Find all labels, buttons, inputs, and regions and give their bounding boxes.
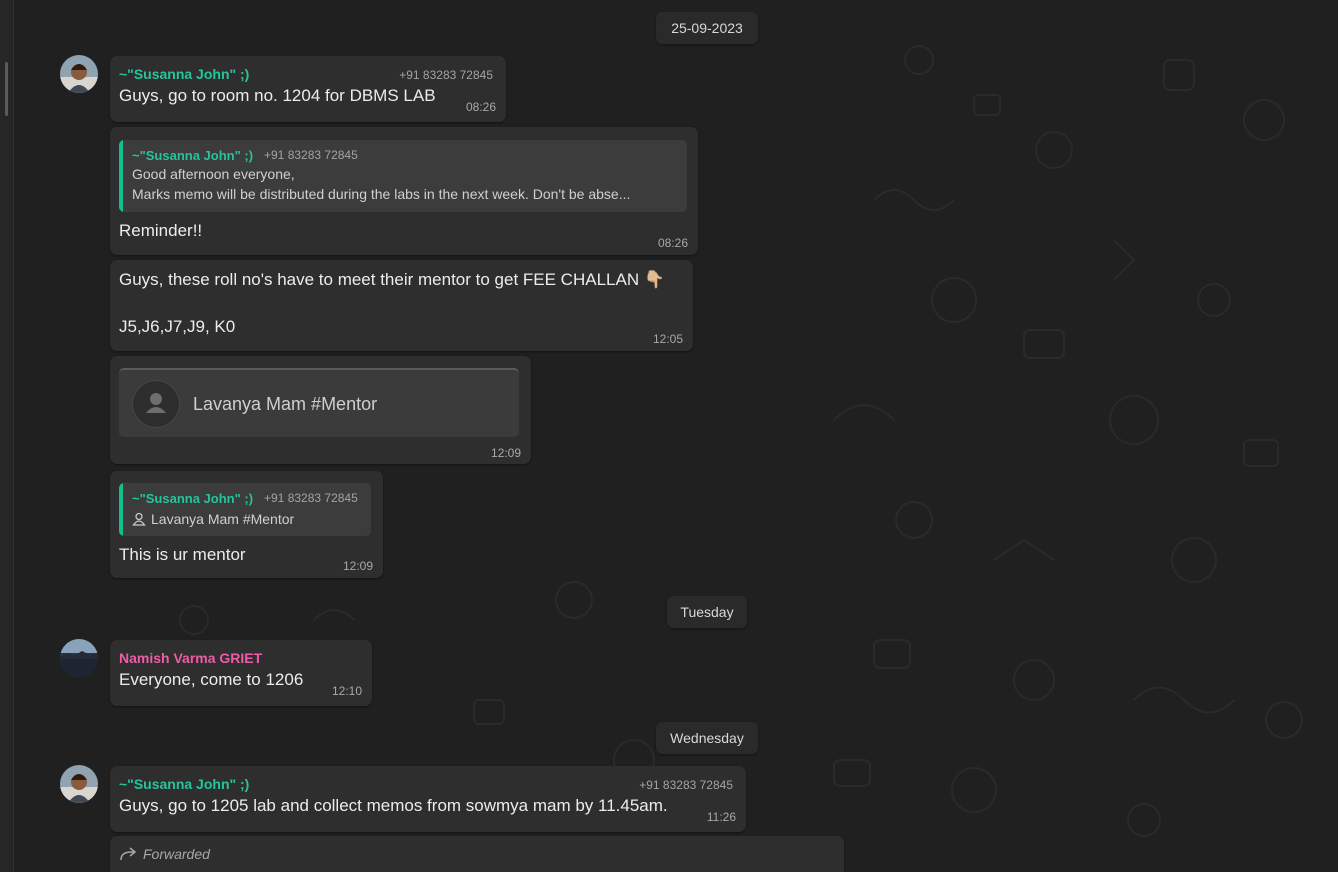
message-text: Everyone, come to 1206 [119, 670, 304, 689]
contact-card[interactable]: Lavanya Mam #Mentor [119, 368, 519, 437]
quote-sender-name: ~"Susanna John" ;) [132, 491, 254, 506]
avatar-photo [60, 55, 98, 93]
avatar[interactable] [60, 639, 98, 677]
quoted-message[interactable]: ~"Susanna John" ;) +91 83283 72845 Good … [119, 140, 687, 212]
date-separator: 25-09-2023 [656, 12, 758, 44]
quote-sender-phone: +91 83283 72845 [264, 148, 358, 162]
message-text-line: J5,J6,J7,J9, K0 [119, 317, 236, 336]
date-separator-label: Tuesday [680, 604, 734, 620]
quote-contact-name: Lavanya Mam #Mentor [151, 511, 295, 527]
message-bubble[interactable]: Namish Varma GRIET Everyone, come to 120… [110, 640, 372, 706]
message-bubble[interactable]: Guys, these roll no's have to meet their… [110, 260, 693, 351]
sender-phone: +91 83283 72845 [639, 778, 733, 792]
scrollbar-thumb[interactable] [5, 62, 8, 116]
message-text: Guys, go to 1205 lab and collect memos f… [119, 796, 668, 815]
quote-sender-name: ~"Susanna John" ;) [132, 148, 254, 163]
message-text: Guys, go to room no. 1204 for DBMS LAB [119, 86, 436, 105]
message-bubble[interactable]: ~"Susanna John" ;) +91 83283 72845 Guys,… [110, 766, 746, 832]
sender-name[interactable]: ~"Susanna John" ;) [119, 776, 249, 792]
message-time: 12:09 [342, 559, 373, 573]
forwarded-label: Forwarded [143, 846, 210, 862]
message-bubble[interactable]: ~"Susanna John" ;) +91 83283 72845 Lavan… [110, 471, 383, 578]
message-bubble[interactable]: Lavanya Mam #Mentor 12:09 [110, 356, 531, 464]
sender-name[interactable]: ~"Susanna John" ;) [119, 66, 249, 82]
avatar-photo [60, 765, 98, 803]
message-text: This is ur mentor [119, 545, 246, 564]
date-separator: Tuesday [667, 596, 747, 628]
message-time: 11:26 [706, 810, 736, 824]
message-time: 12:05 [652, 332, 683, 346]
message-time: 08:26 [465, 100, 496, 114]
contact-avatar [132, 380, 180, 428]
quote-accent-bar [119, 483, 123, 536]
message-time: 12:09 [490, 446, 521, 460]
quote-text-line: Marks memo will be distributed during th… [132, 186, 631, 202]
message-bubble[interactable]: Forwarded [110, 836, 844, 872]
quoted-message[interactable]: ~"Susanna John" ;) +91 83283 72845 Lavan… [119, 483, 371, 536]
chat-panel: 25-09-2023 ~"Susanna John" ;) +91 83283 … [14, 0, 1338, 872]
date-separator-label: 25-09-2023 [671, 20, 743, 36]
quote-accent-bar [119, 140, 123, 212]
sender-name[interactable]: Namish Varma GRIET [119, 650, 262, 666]
message-text-line: Guys, these roll no's have to meet their… [119, 270, 665, 289]
message-text: Reminder!! [119, 221, 203, 240]
sender-phone: +91 83283 72845 [399, 68, 493, 82]
quote-text-line: Good afternoon everyone, [132, 166, 295, 182]
message-bubble[interactable]: ~"Susanna John" ;) +91 83283 72845 Good … [110, 127, 698, 255]
avatar-photo [60, 639, 98, 677]
avatar[interactable] [60, 55, 98, 93]
avatar[interactable] [60, 765, 98, 803]
message-bubble[interactable]: ~"Susanna John" ;) +91 83283 72845 Guys,… [110, 56, 506, 122]
forward-icon [119, 846, 137, 867]
date-separator-label: Wednesday [670, 730, 744, 746]
contact-name: Lavanya Mam #Mentor [193, 394, 378, 414]
person-icon [146, 393, 166, 413]
left-edge-panel [0, 0, 14, 872]
quote-sender-phone: +91 83283 72845 [264, 491, 358, 505]
message-time: 12:10 [331, 684, 362, 698]
message-time: 08:26 [657, 236, 688, 250]
contact-icon [132, 512, 146, 531]
date-separator: Wednesday [656, 722, 758, 754]
